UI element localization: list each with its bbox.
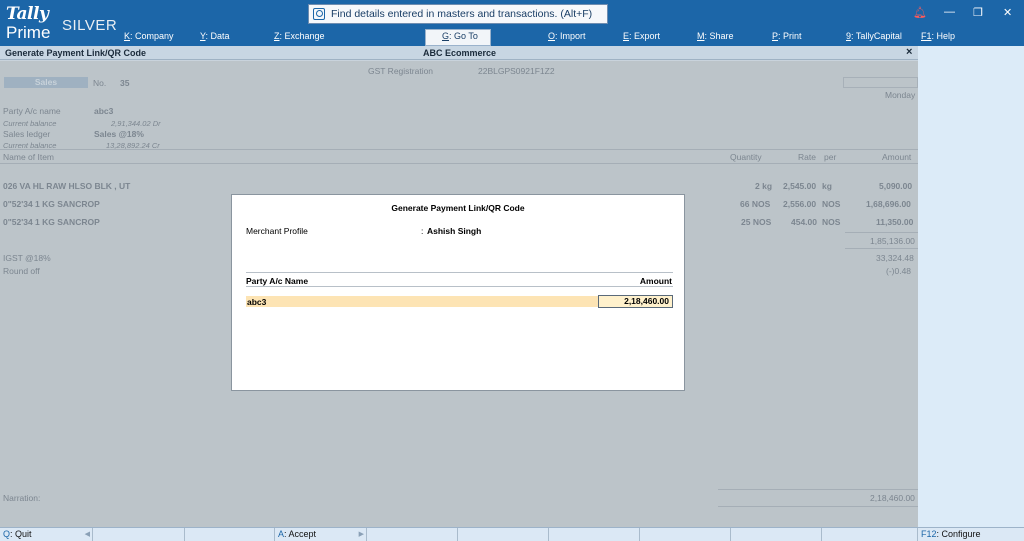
date-field[interactable] — [843, 77, 918, 88]
item-qty: 66 NOS — [740, 199, 771, 209]
empty-button — [731, 528, 822, 541]
tally-logo: Tally Prime SILVER — [4, 4, 118, 44]
subtotal-line — [845, 232, 918, 233]
payment-link-dialog: Generate Payment Link/QR Code Merchant P… — [231, 194, 685, 391]
close-screen-icon[interactable]: × — [906, 46, 912, 58]
restore-icon[interactable]: ❐ — [973, 6, 983, 19]
chevron-left-icon: ◀ — [84, 531, 90, 538]
empty-button — [822, 528, 918, 541]
item-amount: 1,68,696.00 — [866, 199, 911, 209]
gst-reg-label: GST Registration — [368, 66, 434, 76]
screen-title-bar: Generate Payment Link/QR Code ABC Ecomme… — [0, 46, 918, 60]
menu-help[interactable]: F1: Help — [921, 31, 955, 41]
ledger-label: Sales ledger — [3, 129, 51, 139]
subtotal-value: 1,85,136.00 — [870, 236, 915, 246]
row-amount-field[interactable]: 2,18,460.00 — [598, 295, 673, 308]
empty-button — [367, 528, 458, 541]
bottom-button-bar: Q: Quit ◀ A: Accept ▶ F12: Configure — [0, 527, 1024, 541]
menu-import[interactable]: O: Import — [548, 31, 586, 41]
col-per: per — [824, 152, 837, 162]
party-balance-label: Current balance — [3, 119, 57, 128]
item-per: kg — [822, 181, 832, 191]
item-amount: 5,090.00 — [879, 181, 913, 191]
edition-label: SILVER — [62, 17, 118, 34]
party-label: Party A/c name — [3, 106, 61, 116]
party-balance-value: 2,91,344.02 Dr — [111, 119, 161, 128]
merchant-profile-label: Merchant Profile — [246, 226, 308, 236]
menu-exchange[interactable]: Z: Exchange — [274, 31, 325, 41]
minimize-icon[interactable]: — — [944, 6, 955, 18]
item-per: NOS — [822, 199, 841, 209]
app-header: Tally Prime SILVER Find details entered … — [0, 0, 1024, 46]
item-rate: 2,545.00 — [783, 181, 817, 191]
table-row[interactable]: abc3 2,18,460.00 — [246, 295, 673, 308]
voucher-day: Monday — [885, 90, 916, 100]
item-name: 026 VA HL RAW HLSO BLK , UT — [3, 181, 131, 191]
menu-export[interactable]: E: Export — [623, 31, 660, 41]
logo-tally-text: Tally — [6, 4, 49, 24]
empty-button — [549, 528, 640, 541]
column-header-bottom-line — [0, 163, 918, 164]
igst-value: 33,324.48 — [876, 253, 914, 263]
merchant-separator: : — [421, 226, 424, 236]
menu-share[interactable]: M: Share — [697, 31, 734, 41]
item-rate: 454.00 — [791, 217, 817, 227]
menu-tallycapital[interactable]: 9: TallyCapital — [846, 31, 902, 41]
column-header-top-line — [0, 149, 918, 150]
close-window-icon[interactable]: ✕ — [1003, 6, 1012, 19]
search-placeholder: Find details entered in masters and tran… — [331, 8, 593, 20]
menu-company[interactable]: K: Company — [124, 31, 174, 41]
voucher-type: Sales — [4, 77, 88, 88]
search-bar[interactable]: Find details entered in masters and tran… — [308, 4, 608, 24]
igst-label: IGST @18% — [3, 253, 51, 263]
menu-data[interactable]: Y: Data — [200, 31, 230, 41]
dialog-column-line — [246, 286, 673, 287]
col-party-name: Party A/c Name — [246, 276, 309, 286]
merchant-profile-value[interactable]: Ashish Singh — [427, 226, 481, 236]
col-amount: Amount — [882, 152, 912, 162]
company-name: ABC Ecommerce — [423, 48, 497, 58]
roundoff-label: Round off — [3, 266, 40, 276]
narration-label: Narration: — [3, 493, 41, 503]
menu-goto[interactable]: G: Go To — [442, 31, 478, 41]
notification-bell-icon[interactable]: 🔔︎ — [913, 6, 927, 19]
voucher-no-value: 35 — [120, 78, 130, 88]
gst-reg-value: 22BLGPS0921F1Z2 — [478, 66, 555, 76]
row-party-name: abc3 — [247, 297, 267, 307]
empty-button — [93, 528, 185, 541]
item-qty: 25 NOS — [741, 217, 772, 227]
empty-button — [185, 528, 275, 541]
item-rate: 2,556.00 — [783, 199, 817, 209]
button-side-pane — [918, 46, 1024, 527]
screen-title: Generate Payment Link/QR Code — [5, 48, 147, 58]
empty-button — [458, 528, 549, 541]
ledger-value: Sales @18% — [94, 129, 144, 139]
configure-button[interactable]: F12: Configure — [918, 528, 1024, 541]
total-value: 2,18,460.00 — [870, 493, 915, 503]
col-item: Name of Item — [3, 152, 55, 162]
dialog-title: Generate Payment Link/QR Code — [391, 203, 525, 213]
party-value: abc3 — [94, 106, 114, 116]
total-bottom-line — [718, 506, 918, 507]
roundoff-value: (-)0.48 — [886, 266, 912, 276]
item-name: 0"52'34 1 KG SANCROP — [3, 199, 100, 209]
chevron-right-icon: ▶ — [358, 531, 364, 538]
logo-prime-text: Prime — [6, 23, 51, 42]
item-per: NOS — [822, 217, 841, 227]
voucher-no-label: No. — [93, 78, 107, 88]
subtotal-bottom-line — [845, 248, 918, 249]
item-amount: 11,350.00 — [876, 217, 914, 227]
col-quantity: Quantity — [730, 152, 762, 162]
item-qty: 2 kg — [755, 181, 773, 191]
col-amount: Amount — [639, 276, 672, 286]
total-top-line — [718, 489, 918, 490]
search-icon — [313, 8, 325, 20]
accept-button[interactable]: A: Accept ▶ — [275, 528, 367, 541]
item-name: 0"52'34 1 KG SANCROP — [3, 217, 100, 227]
empty-button — [640, 528, 731, 541]
quit-button[interactable]: Q: Quit ◀ — [0, 528, 93, 541]
dialog-column-header: Party A/c Name Amount — [246, 272, 673, 286]
col-rate: Rate — [798, 152, 816, 162]
menu-print[interactable]: P: Print — [772, 31, 802, 41]
